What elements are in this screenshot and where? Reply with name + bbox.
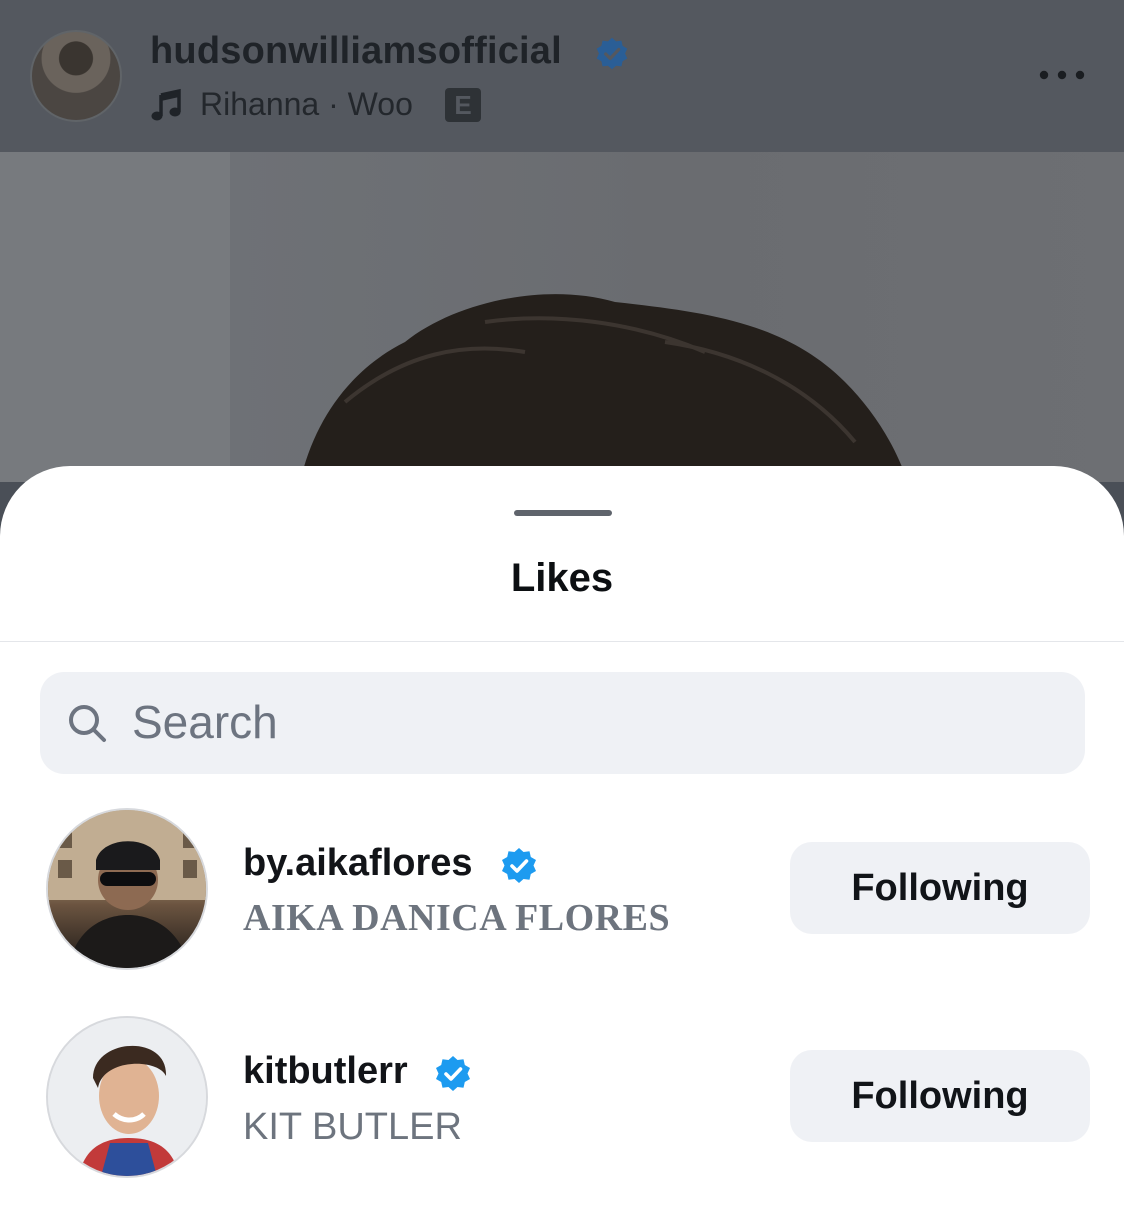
divider: [0, 641, 1124, 642]
list-item-user[interactable]: by.aikaflores AIKA DANICA FLORES Followi…: [0, 808, 1124, 978]
full-name: KIT BUTLER: [243, 1106, 462, 1148]
post-author-avatar[interactable]: [30, 30, 122, 122]
search-input[interactable]: [132, 686, 1032, 758]
verified-badge-icon: [502, 848, 536, 883]
explicit-badge: E: [445, 88, 481, 122]
verified-badge-icon: [596, 37, 628, 70]
post-author-username[interactable]: hudsonwilliamsofficial: [150, 30, 562, 73]
search-bar[interactable]: [40, 672, 1085, 774]
more-options-icon[interactable]: [1036, 60, 1088, 90]
post-image-subject: [300, 294, 908, 482]
following-button[interactable]: Following: [790, 1050, 1090, 1142]
search-icon: [69, 705, 106, 742]
username[interactable]: kitbutlerr: [243, 1050, 408, 1093]
list-item-user[interactable]: kitbutlerr KIT BUTLER Following: [0, 1016, 1124, 1186]
avatar-photo: [48, 810, 206, 968]
music-note-icon: [151, 88, 181, 121]
likes-sheet: Likes by.aikaflores: [0, 466, 1124, 1226]
post-image[interactable]: [0, 152, 1124, 482]
post-image-background: [0, 152, 230, 482]
full-name: AIKA DANICA FLORES: [243, 897, 671, 939]
sheet-title: Likes: [510, 556, 614, 600]
avatar-photo: [48, 1018, 206, 1176]
avatar[interactable]: [46, 1016, 208, 1178]
post-header: hudsonwilliamsofficial Rihanna · Woo E: [0, 0, 1124, 152]
following-button[interactable]: Following: [790, 842, 1090, 934]
avatar[interactable]: [46, 808, 208, 970]
audio-track-label[interactable]: Rihanna · Woo: [200, 86, 413, 123]
verified-badge-icon: [436, 1056, 470, 1091]
sheet-grabber-handle[interactable]: [514, 510, 612, 516]
username[interactable]: by.aikaflores: [243, 842, 473, 885]
